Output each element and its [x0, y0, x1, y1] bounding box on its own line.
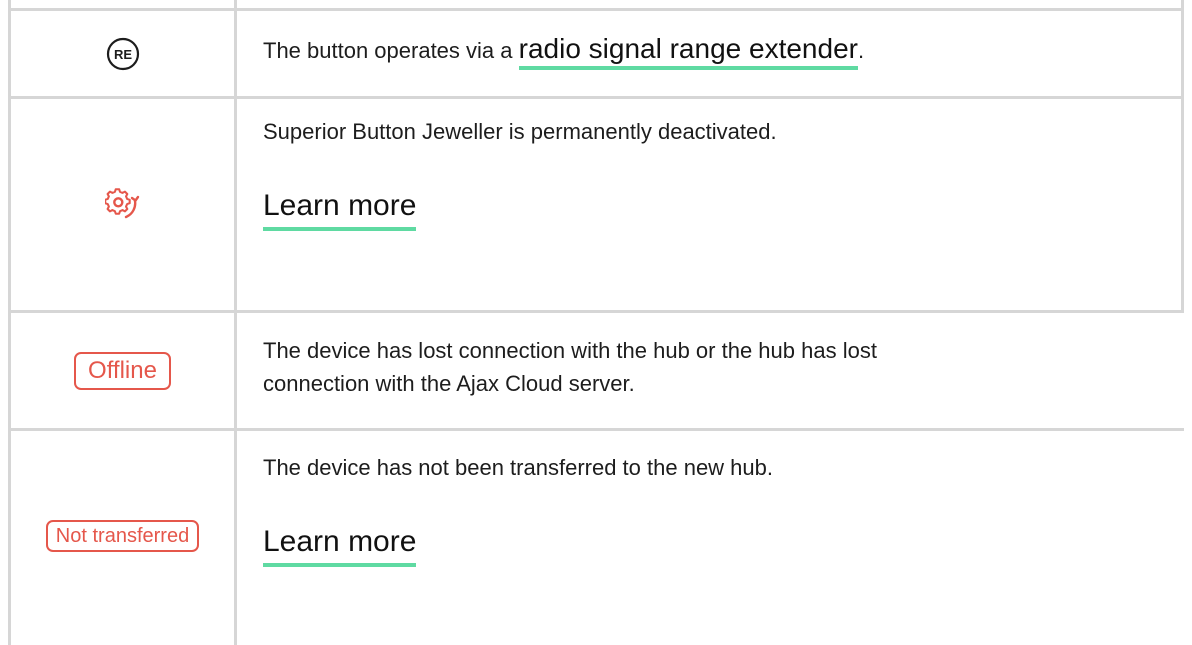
table-row-icon-cell: Offline — [11, 313, 234, 428]
gear-refresh-icon — [104, 187, 139, 218]
row-description: The button operates via a radio signal r… — [263, 32, 1163, 70]
table-row-icon-cell — [11, 99, 234, 310]
row-description: Superior Button Jeweller is permanently … — [263, 119, 777, 144]
table-row-icon-cell: RE — [11, 11, 234, 96]
offline-status-badge: Offline — [74, 351, 171, 390]
table-row-text-cell: Superior Button Jeweller is permanently … — [263, 115, 1163, 231]
status-table: RE The button operates via a radio signa… — [0, 0, 1192, 645]
row-description: The device has lost connection with the … — [263, 338, 877, 396]
table-row-text-cell: The device has lost connection with the … — [263, 334, 1163, 400]
table-row-icon-cell: Not transferred — [11, 431, 234, 641]
svg-text:RE: RE — [113, 47, 131, 62]
learn-more-link[interactable]: Learn more — [263, 188, 417, 231]
row-description: The device has not been transferred to t… — [263, 455, 773, 480]
table-row-text-cell: The device has not been transferred to t… — [263, 451, 1163, 567]
not-transferred-status-badge: Not transferred — [45, 520, 200, 552]
range-extender-link[interactable]: radio signal range extender — [518, 33, 858, 70]
re-icon: RE — [106, 37, 139, 70]
table-row-text-cell: The button operates via a radio signal r… — [263, 32, 1163, 70]
learn-more-link[interactable]: Learn more — [263, 524, 417, 567]
table-border-right — [1181, 0, 1184, 310]
